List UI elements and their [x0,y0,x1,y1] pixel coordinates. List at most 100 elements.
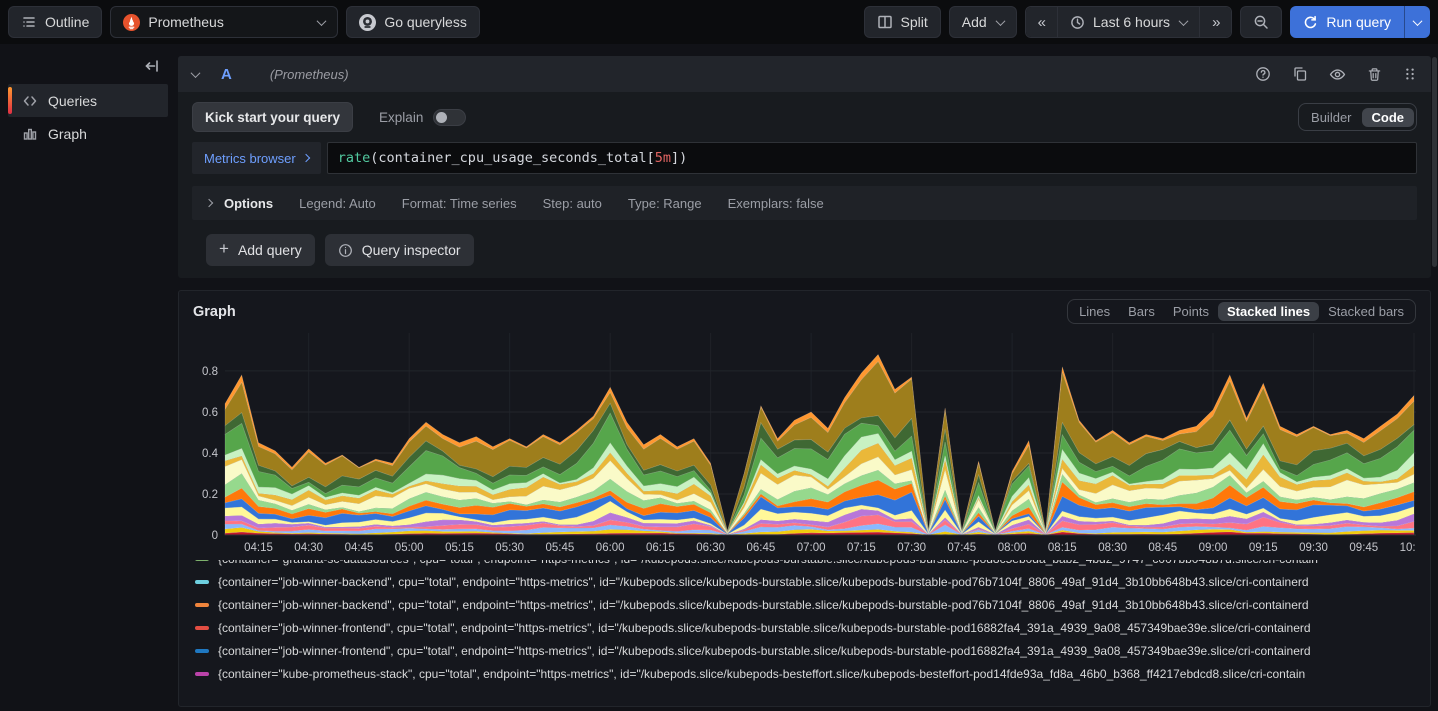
add-label: Add [961,14,987,30]
query-bracket-token: [ [646,150,655,166]
kick-start-query-button[interactable]: Kick start your query [192,102,354,132]
mode-bars-button[interactable]: Bars [1119,302,1164,321]
copy-icon[interactable] [1292,66,1308,82]
run-query-label: Run query [1326,14,1391,30]
svg-text:08:00: 08:00 [998,542,1027,554]
legend-swatch [195,602,209,607]
svg-text:04:45: 04:45 [345,542,374,554]
svg-text:05:15: 05:15 [445,542,474,554]
toggle-knob [436,111,448,123]
time-range-button[interactable]: Last 6 hours [1057,7,1200,37]
mode-stacked-lines-button[interactable]: Stacked lines [1218,302,1320,321]
sidebar-item-queries[interactable]: Queries [8,84,168,117]
datasource-picker[interactable]: Prometheus [110,6,339,38]
go-queryless-button[interactable]: Go queryless [346,6,480,38]
code-mode-button[interactable]: Code [1361,107,1414,127]
graph-panel-title: Graph [193,303,236,320]
legend-row[interactable]: {container="job-winner-backend", cpu="to… [195,570,1418,593]
svg-text:09:30: 09:30 [1299,542,1328,554]
svg-text:05:30: 05:30 [495,542,524,554]
queryless-logo-icon [359,13,377,31]
explain-toggle[interactable] [433,108,467,126]
chevron-down-icon [1412,15,1423,26]
run-query-caret[interactable] [1404,6,1430,38]
option-step: Step: auto [542,195,602,211]
scrollbar-thumb[interactable] [1432,57,1437,267]
kick-start-label: Kick start your query [205,109,341,125]
query-options-bar: Options Legend: Auto Format: Time series… [192,186,1417,220]
add-query-button[interactable]: + Add query [206,234,315,266]
query-datasource-hint: (Prometheus) [269,66,349,82]
query-ref-id[interactable]: A [221,66,232,83]
metrics-browser-button[interactable]: Metrics browser [192,142,321,174]
help-icon[interactable] [1255,66,1271,82]
eye-icon[interactable] [1329,66,1346,83]
builder-mode-button[interactable]: Builder [1301,108,1361,127]
run-query-button[interactable]: Run query [1290,6,1430,38]
legend-row[interactable]: {container="grafana-sc-datasources", cpu… [195,560,1418,570]
legend-row[interactable]: {container="job-winner-frontend", cpu="t… [195,616,1418,639]
legend-row[interactable]: {container="job-winner-backend", cpu="to… [195,593,1418,616]
promql-query-input[interactable]: rate(container_cpu_usage_seconds_total[5… [326,142,1417,174]
legend-row[interactable]: {container="job-winner-frontend", cpu="t… [195,639,1418,662]
svg-text:06:45: 06:45 [747,542,776,554]
svg-text:08:30: 08:30 [1098,542,1127,554]
graph-style-switcher: Lines Bars Points Stacked lines Stacked … [1067,299,1416,324]
zoom-out-icon [1253,14,1269,30]
legend-swatch [195,648,209,653]
sync-icon [1303,15,1318,30]
drag-handle-icon[interactable] [1403,67,1417,81]
query-editor-panel: A (Prometheus) Kick start your query Exp… [178,56,1431,278]
svg-text:0.4: 0.4 [202,448,219,460]
legend-label: {container="job-winner-frontend", cpu="t… [218,620,1311,635]
options-expander[interactable]: Options [204,196,273,211]
svg-text:04:30: 04:30 [294,542,323,554]
explore-sidebar: Queries Graph [8,56,168,150]
mode-points-button[interactable]: Points [1164,302,1218,321]
zoom-out-button[interactable] [1240,6,1283,38]
chevron-right-icon [301,153,310,163]
option-format: Format: Time series [401,195,517,211]
svg-text:08:45: 08:45 [1148,542,1177,554]
stacked-area-chart[interactable]: 0 0.2 0.4 0.6 0.8 04:15 04:30 04:45 05:00 05:15 05… [191,328,1416,558]
time-forward-button[interactable]: » [1199,7,1232,37]
outline-button[interactable]: Outline [8,6,103,38]
split-label: Split [900,14,928,30]
sidebar-item-label: Graph [48,125,87,142]
option-type: Type: Range [627,195,702,211]
add-query-label: Add query [237,242,302,258]
option-exemplars: Exemplars: false [727,195,824,211]
svg-text:0: 0 [212,530,218,542]
svg-text:0.8: 0.8 [202,366,218,378]
top-navbar: Outline Prometheus Go queryless Split Ad… [0,0,1438,44]
option-legend: Legend: Auto [299,195,376,211]
legend-swatch [195,560,209,561]
datasource-name: Prometheus [148,14,224,30]
trash-icon[interactable] [1367,67,1382,82]
sidebar-item-label: Queries [48,92,98,109]
sidebar-item-graph[interactable]: Graph [8,117,168,150]
add-button[interactable]: Add [948,6,1017,38]
legend-label: {container="job-winner-frontend", cpu="t… [218,643,1311,658]
query-inspector-button[interactable]: Query inspector [324,234,474,266]
collapse-sidebar-button[interactable] [8,56,168,84]
double-chevron-right-icon: » [1212,13,1220,31]
legend-label: {container="job-winner-backend", cpu="to… [218,574,1309,589]
query-close-token: ]) [671,150,688,166]
svg-text:05:45: 05:45 [546,542,575,554]
time-back-button[interactable]: « [1025,7,1057,37]
mode-stacked-bars-button[interactable]: Stacked bars [1319,302,1413,321]
svg-text:10:00: 10:00 [1400,542,1416,554]
svg-text:07:30: 07:30 [897,542,926,554]
chevron-right-icon [204,198,214,208]
mode-lines-button[interactable]: Lines [1070,302,1119,321]
svg-text:06:00: 06:00 [596,542,625,554]
prometheus-logo-icon [123,13,141,31]
chevron-down-icon [316,15,327,26]
legend-row[interactable]: {container="kube-prometheus-stack", cpu=… [195,662,1418,685]
svg-text:05:00: 05:00 [395,542,424,554]
collapse-query-chevron-icon[interactable] [190,67,201,78]
split-button[interactable]: Split [863,6,941,38]
code-brackets-icon [22,93,38,109]
legend-label: {container="job-winner-backend", cpu="to… [218,597,1309,612]
